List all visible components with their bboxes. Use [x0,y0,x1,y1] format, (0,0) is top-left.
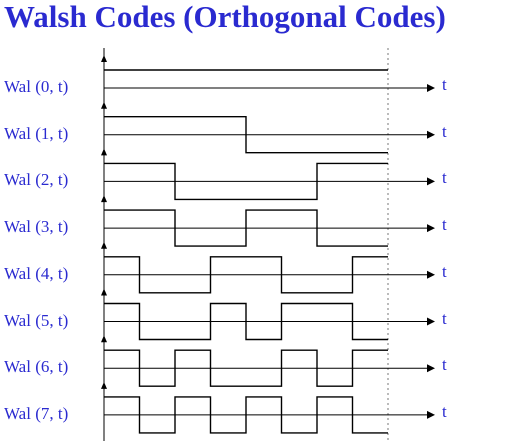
time-axis-label: t [442,168,447,188]
code-label: Wal (5, t) [4,310,69,330]
amplitude-arrow-icon [101,241,107,249]
axis-arrow-icon [427,317,435,326]
axis-arrow-icon [427,410,435,419]
walsh-plot [101,48,435,441]
axis-arrow-icon [427,84,435,92]
code-label: Wal (1, t) [4,123,69,143]
code-label: Wal (0, t) [4,77,69,96]
code-label: Wal (6, t) [4,357,69,377]
amplitude-arrow-icon [101,101,107,109]
axis-arrow-icon [427,177,435,186]
time-axis-label: t [442,121,447,141]
time-axis-label: t [442,401,447,421]
axis-arrow-icon [427,270,435,279]
time-axis-label: t [442,308,447,328]
amplitude-arrow-icon [101,335,107,343]
time-axis-label: t [442,355,447,375]
amplitude-arrow-icon [101,195,107,203]
code-label: Wal (4, t) [4,263,69,283]
code-label: Wal (3, t) [4,217,69,237]
amplitude-arrow-icon [101,288,107,296]
amplitude-arrow-icon [101,148,107,156]
amplitude-arrow-icon [101,55,107,62]
axis-arrow-icon [427,130,435,139]
code-label: Wal (7, t) [4,403,69,423]
time-axis-label: t [442,261,447,281]
axis-arrow-icon [427,224,435,233]
code-label: Wal (2, t) [4,170,69,190]
amplitude-arrow-icon [101,381,107,389]
axis-arrow-icon [427,364,435,373]
time-axis-label: t [442,215,447,235]
time-axis-label: t [442,75,447,94]
